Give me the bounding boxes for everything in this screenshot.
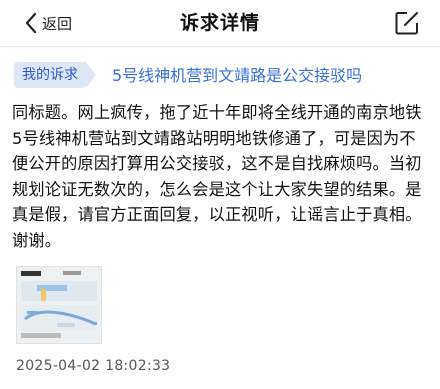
map-image (17, 267, 101, 343)
share-button[interactable] (394, 10, 420, 40)
map-screenshot-thumbnail[interactable] (16, 266, 102, 344)
complaint-subject: 5号线神机营到文靖路是公交接驳吗 (112, 66, 363, 85)
submission-timestamp: 2025-04-02 18:02:33 (16, 358, 171, 374)
external-link-icon (395, 12, 418, 35)
page-title: 诉求详情 (179, 12, 260, 34)
my-complaint-tag: 我的诉求 (14, 62, 96, 88)
top-bar: 返回 诉求详情 (0, 0, 440, 47)
complaint-body: 同标题。网上疯传，拖了近十年即将全线开通的南京地铁5号线神机营站到文靖路站明明地… (12, 103, 422, 250)
